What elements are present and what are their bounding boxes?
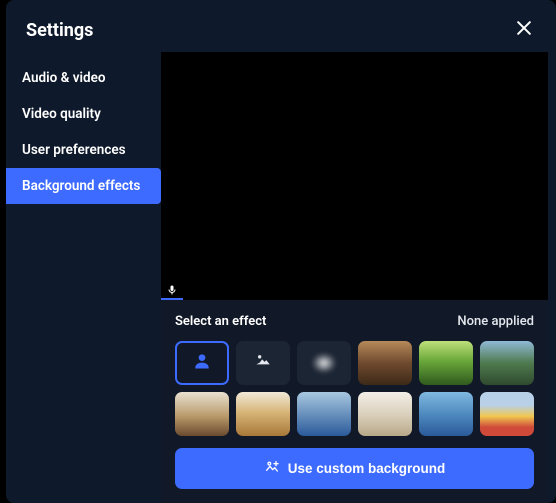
effect-image-upload[interactable] (236, 341, 290, 385)
sidebar-item-label: Background effects (22, 178, 140, 194)
effects-grid (175, 341, 534, 436)
effect-background-2[interactable] (419, 341, 473, 385)
sidebar-item-background-effects[interactable]: Background effects (6, 168, 161, 204)
effects-status: None applied (457, 314, 534, 329)
effect-background-6[interactable] (297, 392, 351, 436)
modal-header: Settings (6, 0, 556, 52)
effect-background-1[interactable] (358, 341, 412, 385)
blur-icon (312, 353, 336, 373)
effects-header: Select an effect None applied (175, 314, 534, 329)
modal-body: Audio & video Video quality User prefere… (6, 52, 556, 503)
sidebar-item-video-quality[interactable]: Video quality (6, 96, 161, 132)
effect-background-7[interactable] (358, 392, 412, 436)
sidebar-item-label: Audio & video (22, 70, 105, 86)
effect-blur[interactable] (297, 341, 351, 385)
sidebar-item-user-preferences[interactable]: User preferences (6, 132, 161, 168)
settings-sidebar: Audio & video Video quality User prefere… (6, 52, 161, 503)
effect-background-9[interactable] (480, 392, 534, 436)
sidebar-item-label: Video quality (22, 106, 101, 122)
image-add-icon (264, 459, 280, 478)
modal-title: Settings (26, 20, 93, 41)
effect-background-5[interactable] (236, 392, 290, 436)
microphone-icon (166, 281, 178, 300)
sidebar-item-audio-video[interactable]: Audio & video (6, 60, 161, 96)
effects-title: Select an effect (175, 314, 266, 329)
effect-background-3[interactable] (480, 341, 534, 385)
close-button[interactable] (512, 18, 536, 42)
close-icon (514, 18, 534, 42)
main-panel: Select an effect None applied (161, 52, 556, 503)
settings-modal: Settings Audio & video Video quality Use… (6, 0, 556, 503)
effect-none[interactable] (175, 341, 229, 385)
video-preview (161, 52, 548, 300)
sidebar-item-label: User preferences (22, 142, 126, 158)
effects-panel: Select an effect None applied (161, 300, 548, 503)
custom-background-label: Use custom background (288, 461, 446, 476)
person-icon (192, 351, 212, 375)
use-custom-background-button[interactable]: Use custom background (175, 448, 534, 489)
microphone-indicator[interactable] (161, 278, 183, 300)
image-icon (253, 351, 273, 375)
effect-background-4[interactable] (175, 392, 229, 436)
effect-background-8[interactable] (419, 392, 473, 436)
